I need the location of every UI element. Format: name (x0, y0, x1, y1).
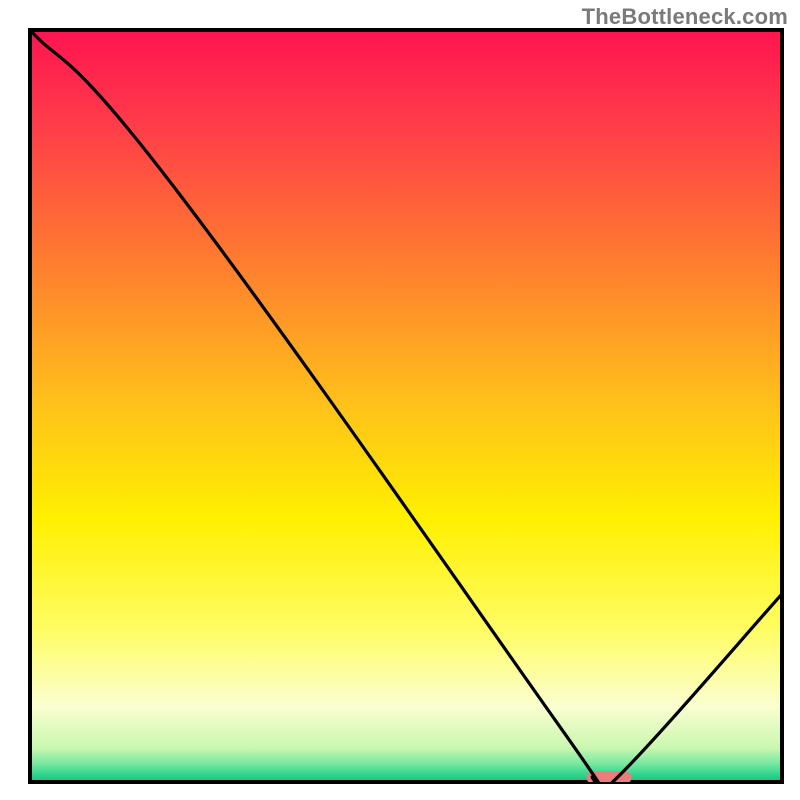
chart-svg (0, 0, 800, 800)
chart-frame: TheBottleneck.com (0, 0, 800, 800)
watermark-label: TheBottleneck.com (582, 4, 788, 30)
plot-background (30, 30, 782, 782)
